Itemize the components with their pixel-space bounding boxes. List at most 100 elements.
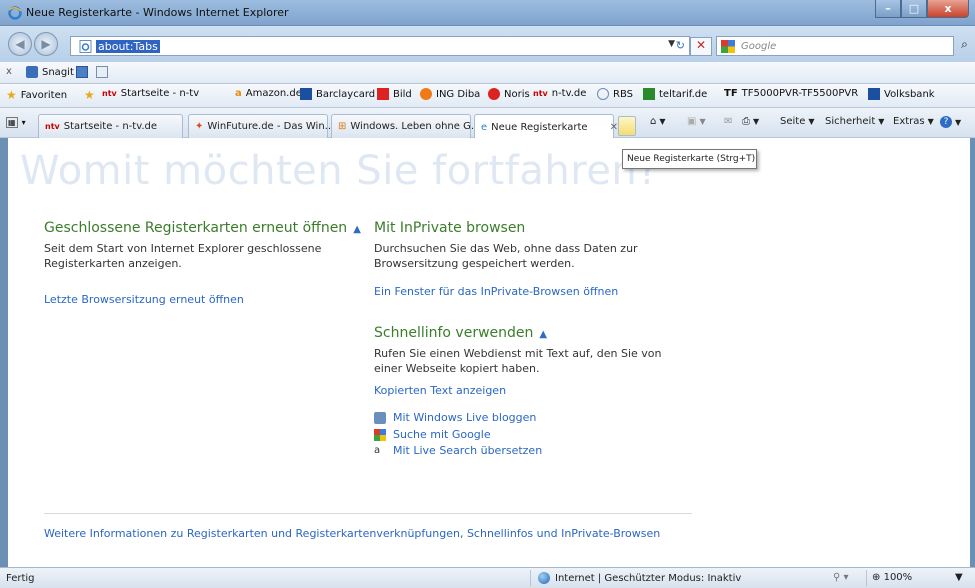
accelerators-description: Rufen Sie einen Webdienst mit Text auf, … [374, 347, 662, 375]
address-dropdown-icon[interactable]: ▼ [668, 39, 675, 49]
fav-item-barclaycard[interactable]: Barclaycard [300, 88, 375, 100]
home-dropdown-icon[interactable]: ▼ [659, 117, 665, 126]
protected-mode-icon[interactable]: ⚲ ▾ [833, 572, 849, 583]
close-tab-icon[interactable]: ✕ [610, 122, 618, 133]
accelerator-translate-link[interactable]: a Mit Live Search übersetzen [374, 444, 542, 457]
ntv-icon: ntv [533, 89, 548, 98]
help-dropdown-icon[interactable]: ▼ [955, 118, 961, 127]
collapse-icon[interactable]: ▲ [539, 329, 547, 340]
feeds-button[interactable]: ▣ ▼ [687, 116, 706, 127]
ntv-icon: ntv [45, 122, 60, 131]
stop-button[interactable]: ✕ [690, 37, 712, 56]
mail-button[interactable]: ✉ [724, 116, 732, 127]
new-tab-page: Womit möchten Sie fortfahren? Geschlosse… [8, 138, 970, 567]
accelerators-title[interactable]: Schnellinfo verwenden ▲ [374, 325, 547, 341]
page-menu-button[interactable]: Seite ▼ [780, 116, 815, 127]
address-bar[interactable]: about:Tabs ▼ ↻ [70, 36, 690, 56]
tab-list-arrow-icon[interactable]: ▾ [22, 118, 26, 127]
accelerator-google-link[interactable]: Suche mit Google [374, 428, 491, 441]
capture-icon [76, 66, 88, 78]
fav-item-teltarif[interactable]: teltarif.de [643, 88, 707, 100]
quick-tabs-button[interactable]: ▦ ▾ [6, 117, 26, 128]
tab-new-tab[interactable]: e Neue Registerkarte ✕ [474, 114, 618, 139]
bild-icon [377, 88, 389, 100]
snagit-capture-button[interactable] [76, 66, 88, 78]
collapse-icon[interactable]: ▲ [353, 224, 361, 235]
new-tab-button[interactable] [618, 116, 636, 136]
close-window-button[interactable]: x [927, 0, 969, 18]
close-toolbar-button[interactable]: x [6, 66, 12, 77]
more-info-link[interactable]: Weitere Informationen zu Registerkarten … [44, 527, 660, 540]
status-text: Fertig [6, 573, 35, 584]
feeds-dropdown-icon[interactable]: ▼ [699, 117, 705, 126]
tab-windows[interactable]: ⊞ Windows. Leben ohne G... [331, 114, 480, 138]
open-inprivate-link[interactable]: Ein Fenster für das InPrivate-Browsen öf… [374, 285, 618, 298]
tf-icon: TF [724, 88, 738, 99]
snagit-button[interactable]: Snagit [26, 66, 74, 78]
new-tab-tooltip: Neue Registerkarte (Strg+T) [622, 149, 757, 169]
home-button[interactable]: ⌂ ▼ [650, 116, 666, 127]
snagit-icon [26, 66, 38, 78]
status-separator [530, 570, 531, 586]
google-icon [374, 428, 386, 441]
help-button[interactable]: ? ▼ [940, 116, 961, 128]
print-button[interactable]: ⎙ ▼ [742, 116, 759, 127]
winfuture-icon: ✦ [195, 121, 204, 132]
search-button[interactable]: ⌕ [954, 37, 975, 56]
forward-arrow-icon: ▶ [41, 37, 51, 51]
show-copied-text-link[interactable]: Kopierten Text anzeigen [374, 384, 506, 397]
fav-item-noris[interactable]: Noris [488, 88, 530, 100]
ie-page-icon [597, 88, 609, 100]
fav-item-rbs[interactable]: RBS [597, 88, 633, 100]
fav-item-volksbank[interactable]: Volksbank [868, 88, 935, 100]
favorites-bar: ★ Favoriten ★ ntv Startseite - n-tv a Amaz… [0, 84, 975, 108]
window-title: Neue Registerkarte - Windows Internet Ex… [26, 6, 289, 19]
volksbank-icon [868, 88, 880, 100]
tab-row: ▦ ▾ ntv Startseite - n-tv.de ✦ WinFuture.de… [0, 108, 975, 139]
maximize-button[interactable]: □ [901, 0, 927, 18]
add-favorites-bar-button[interactable]: ★ [84, 88, 95, 102]
windows-live-icon [374, 411, 386, 424]
search-placeholder: Google [741, 41, 777, 52]
feeds-icon: ▣ [687, 116, 697, 127]
teltarif-icon [643, 88, 655, 100]
closed-tabs-title[interactable]: Geschlossene Registerkarten erneut öffne… [44, 220, 361, 236]
zoom-dropdown-icon[interactable]: ▼ [955, 572, 963, 583]
page-heading: Womit möchten Sie fortfahren? [20, 148, 660, 194]
print-dropdown-icon[interactable]: ▼ [753, 117, 759, 126]
windows-logo-icon: ⊞ [338, 121, 347, 132]
address-url[interactable]: about:Tabs [96, 40, 160, 53]
tab-ntv[interactable]: ntv Startseite - n-tv.de [38, 114, 183, 138]
fav-item-tf[interactable]: TF TF5000PVR-TF5500PVR [724, 88, 858, 99]
fav-item-ntvde[interactable]: ntv n-tv.de [533, 88, 586, 99]
translate-icon: a [374, 445, 381, 456]
status-separator [866, 570, 867, 586]
fav-item-ing[interactable]: ING Diba [420, 88, 480, 100]
inprivate-description: Durchsuchen Sie das Web, ohne dass Daten… [374, 242, 638, 270]
reopen-last-session-link[interactable]: Letzte Browsersitzung erneut öffnen [44, 293, 244, 306]
search-box[interactable]: Google [716, 36, 954, 56]
tools-menu-button[interactable]: Extras ▼ [893, 116, 934, 127]
minimize-button[interactable]: – [875, 0, 901, 18]
window-controls: – □ x [875, 0, 969, 20]
refresh-icon[interactable]: ↻ [676, 39, 685, 52]
forward-button[interactable]: ▶ [34, 32, 58, 56]
safety-menu-button[interactable]: Sicherheit ▼ [825, 116, 884, 127]
fav-item-bild[interactable]: Bild [377, 88, 412, 100]
accelerator-blog-link[interactable]: Mit Windows Live bloggen [374, 411, 536, 424]
fav-item-amazon[interactable]: a Amazon.de [235, 88, 302, 99]
back-arrow-icon: ◀ [15, 37, 25, 51]
back-button[interactable]: ◀ [8, 32, 32, 56]
internet-globe-icon [538, 572, 550, 584]
stop-icon: ✕ [695, 38, 707, 52]
zoom-level[interactable]: ⊕ 100% [872, 572, 912, 583]
print-icon: ⎙ [742, 116, 750, 127]
zoom-icon: ⊕ [872, 572, 881, 583]
snagit-editor-button[interactable] [96, 66, 108, 78]
security-zone[interactable]: Internet | Geschützter Modus: Inaktiv [538, 572, 741, 584]
fav-item-ntv[interactable]: ntv Startseite - n-tv [102, 88, 199, 99]
favorites-button[interactable]: ★ Favoriten [6, 88, 67, 102]
tab-winfuture[interactable]: ✦ WinFuture.de - Das Win... [188, 114, 334, 138]
editor-icon [96, 66, 108, 78]
safety-menu-arrow-icon: ▼ [878, 117, 885, 126]
